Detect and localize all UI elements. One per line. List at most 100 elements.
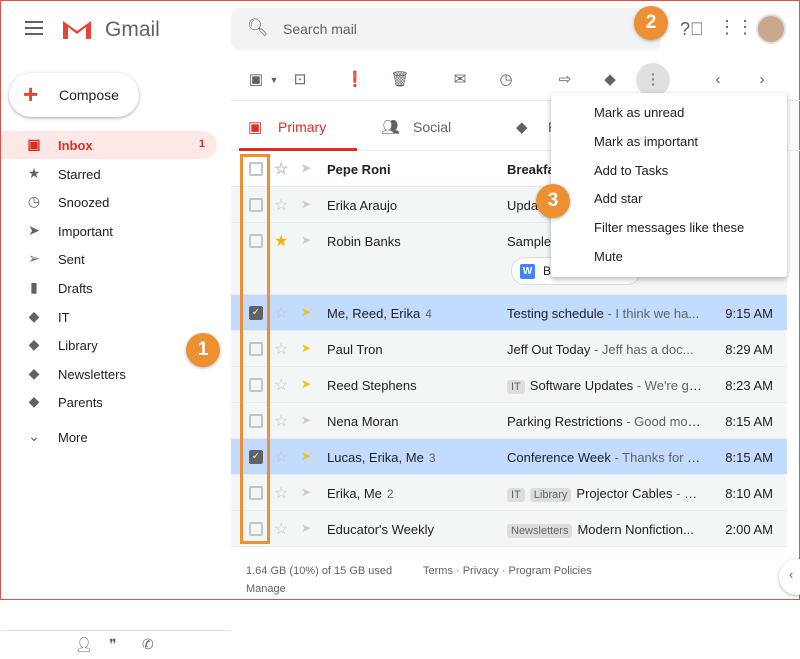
- sidebar-item-starred[interactable]: ★ Starred: [1, 160, 217, 188]
- sidebar-item-more[interactable]: ⌄ More: [1, 423, 217, 451]
- side-panel-toggle[interactable]: ‹: [779, 559, 800, 595]
- mark-read-icon[interactable]: ✉: [449, 69, 471, 91]
- subject: Upda: [507, 198, 539, 213]
- sender-name: Educator's Weekly: [327, 522, 435, 537]
- callout-2: 2: [634, 6, 668, 40]
- footer-links[interactable]: Terms · Privacy · Program Policies: [423, 565, 592, 577]
- contacts-icon[interactable]: 👤︎: [75, 636, 93, 653]
- tab-primary[interactable]: ▣ Primary: [239, 101, 357, 151]
- star-icon[interactable]: ☆: [274, 483, 288, 503]
- label-chip[interactable]: IT: [507, 488, 525, 502]
- sidebar-item-snoozed[interactable]: ◷ Snoozed: [1, 188, 217, 216]
- star-icon[interactable]: ☆: [274, 519, 288, 539]
- tab-social[interactable]: 👥︎ Social: [381, 101, 499, 151]
- menu-icon[interactable]: [25, 21, 43, 35]
- email-row[interactable]: ✓ ☆ ➤ Me, Reed, Erika 4 Testing schedule …: [231, 295, 787, 331]
- delete-icon[interactable]: 🗑︎: [389, 69, 411, 91]
- sender: Reed Stephens: [327, 378, 417, 393]
- older-icon[interactable]: ›: [751, 69, 773, 91]
- sender: Educator's Weekly: [327, 522, 434, 537]
- sender-name: Lucas, Erika, Me: [327, 450, 424, 465]
- label-chip[interactable]: Newsletters: [507, 524, 573, 538]
- star-icon[interactable]: ☆: [274, 159, 288, 179]
- email-row[interactable]: ☆ ➤ Paul Tron Jeff Out Today - Jeff has …: [231, 331, 787, 367]
- hangouts-icon[interactable]: ❞: [109, 636, 117, 653]
- sidebar-item-inbox[interactable]: ▣ Inbox 1: [1, 131, 217, 159]
- important-marker-icon[interactable]: ➤: [301, 162, 315, 174]
- manage-link[interactable]: Manage: [246, 583, 286, 595]
- star-icon[interactable]: ☆: [274, 411, 288, 431]
- subject-line: IT Software Updates - We're go...: [507, 378, 702, 394]
- chevron-down-icon[interactable]: ▼: [263, 69, 285, 91]
- newer-icon[interactable]: ‹: [707, 69, 729, 91]
- compose-button[interactable]: + Compose: [9, 73, 139, 117]
- phone-icon[interactable]: ✆: [142, 636, 154, 653]
- menu-item-filter-messages-like-these[interactable]: Filter messages like these: [594, 220, 744, 235]
- sidebar-item-parents[interactable]: ◆ Parents: [1, 388, 217, 416]
- sidebar-item-label: Inbox: [58, 138, 93, 153]
- move-to-icon[interactable]: ⇨: [554, 69, 576, 91]
- star-icon[interactable]: ☆: [274, 303, 288, 323]
- label-chip[interactable]: Library: [529, 488, 572, 502]
- snippet: - Jeff has a doc...: [593, 342, 694, 357]
- label-icon[interactable]: ◆: [599, 69, 621, 91]
- tab-promotions[interactable]: ◆ P: [516, 101, 557, 151]
- email-row[interactable]: ✓ ☆ ➤ Lucas, Erika, Me 3 Conference Week …: [231, 439, 787, 475]
- archive-icon[interactable]: ⊡: [289, 69, 311, 91]
- star-icon[interactable]: ☆: [274, 375, 288, 395]
- important-marker-icon[interactable]: ➤: [301, 486, 315, 498]
- sidebar-item-important[interactable]: ➤ Important: [1, 217, 217, 245]
- important-marker-icon[interactable]: ➤: [301, 234, 315, 246]
- menu-item-mark-as-important[interactable]: Mark as important: [594, 134, 698, 149]
- menu-item-mark-as-unread[interactable]: Mark as unread: [594, 105, 684, 120]
- menu-item-add-to-tasks[interactable]: Add to Tasks: [594, 163, 668, 178]
- help-icon[interactable]: ?⃝: [680, 19, 704, 40]
- report-spam-icon[interactable]: ❗: [344, 69, 366, 91]
- important-marker-icon[interactable]: ➤: [301, 342, 315, 354]
- sender: Robin Banks: [327, 234, 401, 249]
- star-icon[interactable]: ☆: [274, 195, 288, 215]
- email-row[interactable]: ☆ ➤ Educator's Weekly Newsletters Modern …: [231, 511, 787, 547]
- sidebar-item-it[interactable]: ◆ IT: [1, 303, 217, 331]
- sidebar-item-label: Snoozed: [58, 195, 110, 211]
- email-row[interactable]: ☆ ➤ Nena Moran Parking Restrictions - Go…: [231, 403, 787, 439]
- label-chip[interactable]: IT: [507, 380, 525, 394]
- search-input[interactable]: 🔍︎ Search mail: [231, 8, 661, 50]
- snooze-icon[interactable]: ◷: [495, 69, 517, 91]
- menu-item-mute[interactable]: Mute: [594, 249, 623, 264]
- snippet: - M...: [676, 486, 702, 501]
- menu-item-add-star[interactable]: Add star: [594, 191, 642, 206]
- thread-count: 2: [386, 487, 394, 501]
- sender-name: Reed Stephens: [327, 378, 417, 393]
- star-icon[interactable]: ★: [274, 231, 288, 251]
- email-row[interactable]: ☆ ➤ Reed Stephens IT Software Updates - W…: [231, 367, 787, 403]
- timestamp: 8:15 AM: [725, 414, 773, 429]
- star-icon[interactable]: ☆: [274, 339, 288, 359]
- label-icon: ◆: [28, 307, 40, 324]
- important-marker-icon[interactable]: ➤: [301, 450, 315, 462]
- sidebar-item-label: Sent: [58, 252, 85, 268]
- label-icon: ◆: [28, 393, 40, 410]
- inbox-icon: ▣: [27, 136, 41, 152]
- important-marker-icon[interactable]: ➤: [301, 522, 315, 534]
- snippet: - Good mor...: [622, 414, 702, 429]
- sidebar-item-drafts[interactable]: ▮ Drafts: [1, 274, 217, 302]
- important-marker-icon[interactable]: ➤: [301, 378, 315, 390]
- important-marker-icon[interactable]: ➤: [301, 414, 315, 426]
- gmail-logo[interactable]: [61, 17, 93, 41]
- checkbox-highlight: [240, 154, 270, 544]
- important-marker-icon[interactable]: ➤: [301, 198, 315, 210]
- more-options-icon[interactable]: ⋮: [636, 63, 670, 97]
- sender-name: Erika, Me: [327, 486, 382, 501]
- sidebar-item-sent[interactable]: ➢ Sent: [1, 245, 217, 273]
- sidebar-footer: 👤︎ ❞ ✆: [1, 630, 231, 659]
- important-marker-icon[interactable]: ➤: [301, 306, 315, 318]
- avatar[interactable]: [756, 14, 786, 44]
- sidebar-item-library[interactable]: ◆ Library: [1, 331, 217, 359]
- subject: Testing schedule: [507, 306, 604, 321]
- sidebar-item-newsletters[interactable]: ◆ Newsletters: [1, 360, 217, 388]
- compose-label: Compose: [59, 87, 119, 103]
- email-row[interactable]: ☆ ➤ Erika, Me 2 IT Library Projector Cables…: [231, 475, 787, 511]
- star-icon[interactable]: ☆: [274, 447, 288, 467]
- subject: Projector Cables: [576, 486, 673, 501]
